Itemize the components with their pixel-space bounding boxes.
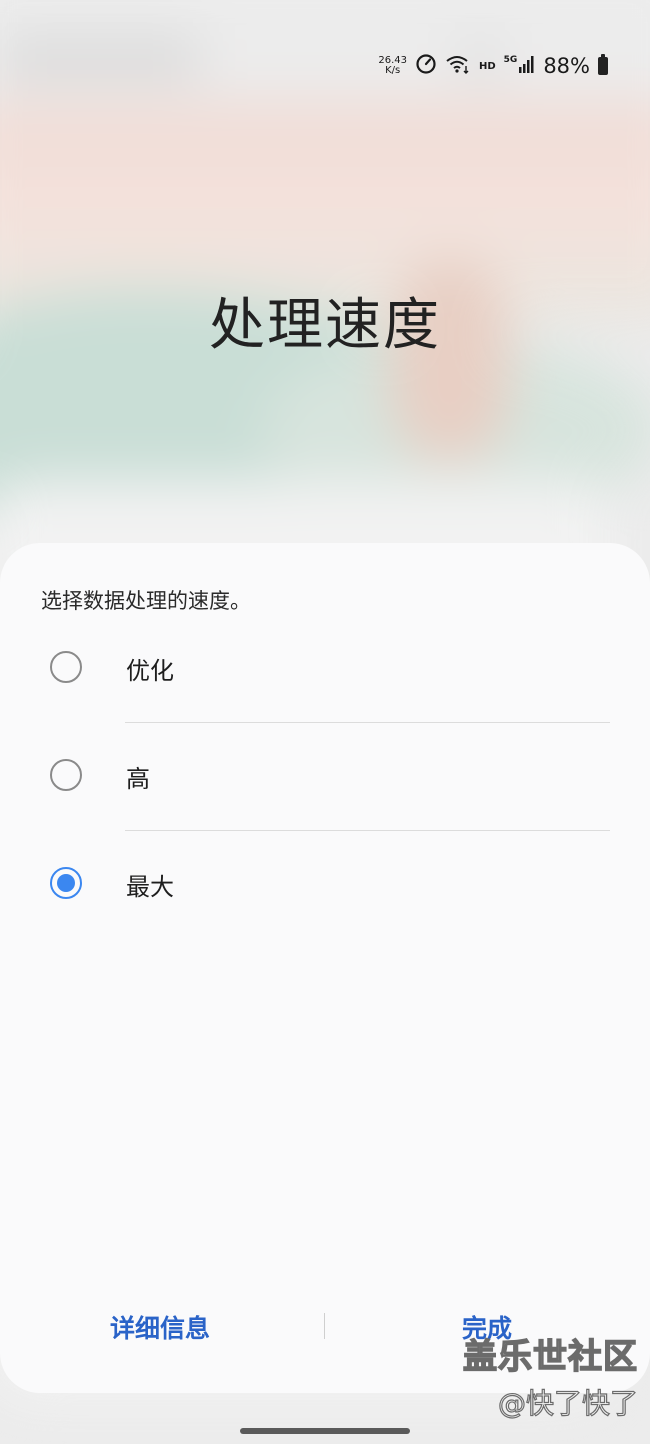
network-type: 5G — [503, 55, 518, 65]
watermark: 盖乐世社区 @快了快了 — [462, 1329, 638, 1422]
option-maximum[interactable]: 最大 — [0, 831, 650, 939]
option-label: 优化 — [126, 657, 174, 685]
home-indicator[interactable] — [240, 1428, 410, 1434]
wifi-icon — [445, 54, 471, 78]
page-title: 处理速度 — [209, 293, 441, 358]
option-high[interactable]: 高 — [0, 723, 650, 831]
network-speed-unit: K/s — [385, 65, 401, 76]
watermark-handle: @快了快了 — [497, 1386, 638, 1420]
battery-percent: 88% — [543, 54, 590, 78]
radio-button[interactable] — [50, 759, 82, 791]
signal-icon — [519, 55, 535, 77]
button-separator — [324, 1313, 325, 1339]
status-bar: 26.43 K/s HD 5G 88% — [378, 50, 608, 82]
speed-dialog: 选择数据处理的速度。 优化 高 最大 详细信息 完成 — [0, 543, 650, 1393]
speedometer-icon — [415, 53, 437, 79]
battery-icon — [598, 54, 608, 75]
radio-button[interactable] — [50, 651, 82, 683]
details-button[interactable]: 详细信息 — [110, 1309, 210, 1345]
option-optimized[interactable]: 优化 — [0, 615, 650, 723]
watermark-logo: 盖乐世社区 — [462, 1336, 638, 1378]
dialog-description: 选择数据处理的速度。 — [41, 589, 251, 613]
hd-indicator: HD — [478, 60, 496, 72]
screen: 26.43 K/s HD 5G 88% 处理速度 选择数据处理的速度。 优化 高… — [0, 0, 650, 1444]
option-label: 高 — [126, 765, 150, 793]
network-speed: 26.43 K/s — [378, 56, 407, 76]
radio-button-selected[interactable] — [50, 867, 82, 899]
option-label: 最大 — [126, 873, 174, 901]
